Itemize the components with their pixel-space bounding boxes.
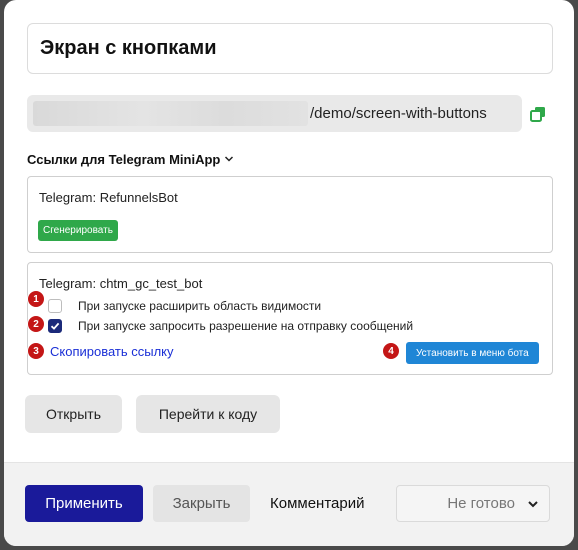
chevron-down-icon bbox=[528, 500, 538, 507]
generate-button[interactable]: Сгенерировать bbox=[38, 220, 118, 241]
expand-viewport-option: При запуске расширить область видимости bbox=[48, 299, 321, 313]
screen-dialog: Экран с кнопками /demo/screen-with-butto… bbox=[4, 0, 574, 546]
open-button[interactable]: Открыть bbox=[25, 395, 122, 433]
copy-icon[interactable] bbox=[530, 106, 546, 122]
bot-title: Telegram: chtm_gc_test_bot bbox=[39, 276, 203, 291]
annotation-badge-1: 1 bbox=[27, 290, 45, 308]
status-value: Не готово bbox=[447, 495, 515, 512]
close-button[interactable]: Закрыть bbox=[153, 485, 250, 522]
copy-link[interactable]: Скопировать ссылку bbox=[50, 344, 174, 359]
status-select[interactable]: Не готово bbox=[396, 485, 550, 522]
bot-card-test-bot: Telegram: chtm_gc_test_bot При запуске р… bbox=[27, 262, 553, 375]
annotation-badge-2: 2 bbox=[27, 315, 45, 333]
screen-title: Экран с кнопками bbox=[40, 37, 217, 59]
set-bot-menu-button[interactable]: Установить в меню бота bbox=[406, 342, 539, 364]
expand-viewport-label: При запуске расширить область видимости bbox=[78, 299, 322, 313]
expand-viewport-checkbox[interactable] bbox=[48, 299, 62, 313]
miniapp-links-label: Ссылки для Telegram MiniApp bbox=[27, 151, 221, 167]
miniapp-links-toggle[interactable]: Ссылки для Telegram MiniApp bbox=[27, 150, 234, 168]
goto-code-button[interactable]: Перейти к коду bbox=[136, 395, 280, 433]
dialog-footer: Применить Закрыть Комментарий Не готово bbox=[4, 462, 574, 546]
request-write-access-checkbox[interactable] bbox=[48, 319, 62, 333]
annotation-badge-3: 3 bbox=[27, 342, 45, 360]
request-write-access-option: При запуске запросить разрешение на отпр… bbox=[48, 319, 413, 333]
annotation-badge-4: 4 bbox=[382, 342, 400, 360]
apply-button[interactable]: Применить bbox=[25, 485, 143, 522]
url-field[interactable]: /demo/screen-with-buttons bbox=[27, 95, 522, 132]
chevron-down-icon bbox=[225, 156, 234, 162]
checkmark-icon bbox=[50, 322, 60, 330]
screen-title-field[interactable]: Экран с кнопками bbox=[27, 23, 553, 74]
request-write-access-label: При запуске запросить разрешение на отпр… bbox=[78, 319, 414, 333]
comment-button[interactable]: Комментарий bbox=[270, 485, 364, 522]
url-path: /demo/screen-with-buttons bbox=[310, 105, 487, 122]
bot-card-refunnels: Telegram: RefunnelsBot Сгенерировать bbox=[27, 176, 553, 253]
url-host-blurred bbox=[33, 101, 308, 126]
bot-title: Telegram: RefunnelsBot bbox=[39, 190, 178, 205]
